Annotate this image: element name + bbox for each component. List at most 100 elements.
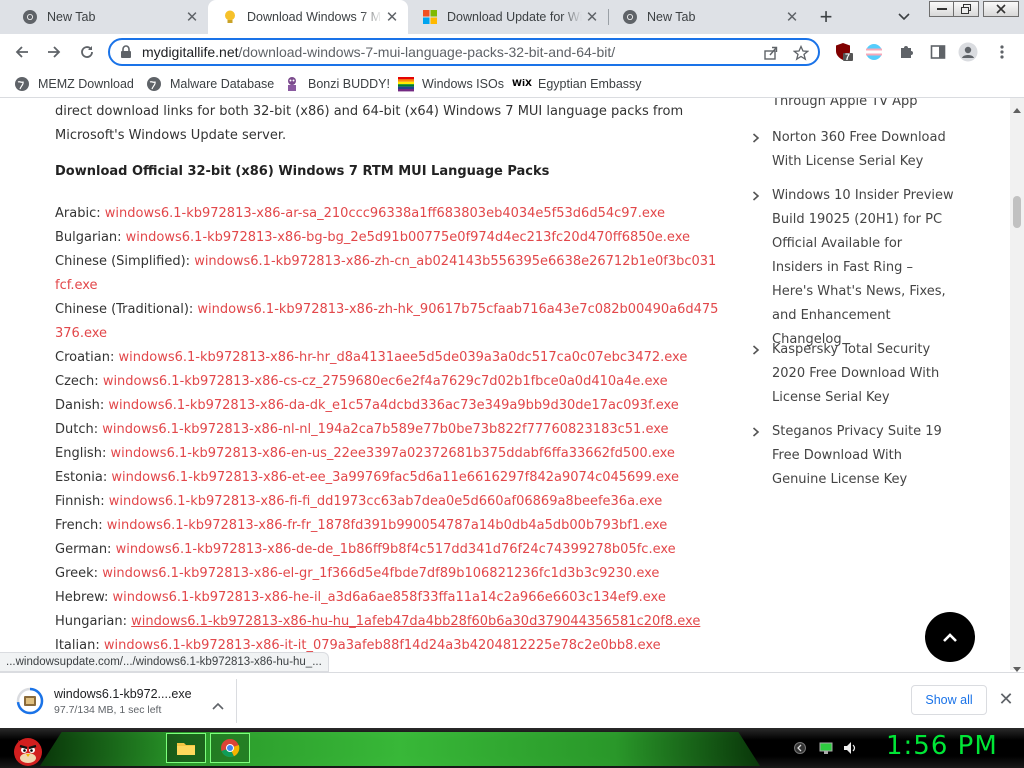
- download-link[interactable]: windows6.1-kb972813-x86-et-ee_3a99769fac…: [111, 470, 679, 485]
- download-row: Arabic: windows6.1-kb972813-x86-ar-sa_21…: [55, 202, 720, 226]
- vertical-scrollbar[interactable]: [1010, 98, 1024, 672]
- download-item[interactable]: windows6.1-kb972....exe 97.7/134 MB, 1 s…: [8, 679, 236, 723]
- tray-chevron-icon[interactable]: [792, 740, 808, 756]
- language-label: Arabic:: [55, 206, 101, 221]
- language-label: Danish:: [55, 398, 105, 413]
- download-row: Czech: windows6.1-kb972813-x86-cs-cz_275…: [55, 370, 720, 394]
- language-label: Italian:: [55, 638, 100, 653]
- download-link[interactable]: windows6.1-kb972813-x86-ar-sa_210ccc9633…: [105, 206, 665, 221]
- url-text: mydigitallife.net/download-windows-7-mui…: [142, 44, 615, 60]
- trans-flag-extension-icon[interactable]: [864, 42, 884, 62]
- bookmark-egyptian-embassy[interactable]: WiX Egyptian Embassy: [512, 75, 642, 93]
- download-link[interactable]: windows6.1-kb972813-x86-he-il_a3d6a6ae85…: [113, 590, 666, 605]
- download-status: 97.7/134 MB, 1 sec left: [54, 703, 162, 716]
- tab-download-windows-7[interactable]: Download Windows 7 MUI ✕: [208, 0, 408, 34]
- close-icon[interactable]: ✕: [582, 7, 602, 27]
- extensions-puzzle-icon[interactable]: [896, 42, 916, 62]
- back-button[interactable]: [8, 38, 36, 66]
- taskbar-chrome[interactable]: [210, 733, 250, 763]
- menu-kebab-icon[interactable]: [992, 42, 1012, 62]
- download-link[interactable]: windows6.1-kb972813-x86-nl-nl_194a2ca7b5…: [102, 422, 668, 437]
- close-window-button[interactable]: [983, 1, 1019, 17]
- globe-icon: [14, 76, 30, 92]
- minimize-button[interactable]: [929, 1, 955, 17]
- download-link[interactable]: windows6.1-kb972813-x86-hu-hu_1afeb47da4…: [131, 614, 700, 629]
- shelf-divider: [236, 679, 237, 723]
- language-label: Chinese (Traditional):: [55, 302, 194, 317]
- close-icon[interactable]: ✕: [782, 7, 802, 27]
- language-label: Czech:: [55, 374, 99, 389]
- ublock-extension-icon[interactable]: 7: [834, 42, 854, 62]
- chrome-icon: [22, 9, 38, 25]
- download-row: Estonia: windows6.1-kb972813-x86-et-ee_3…: [55, 466, 720, 490]
- download-link[interactable]: windows6.1-kb972813-x86-el-gr_1f366d5e4f…: [102, 566, 659, 581]
- close-icon[interactable]: ✕: [382, 7, 402, 27]
- chevron-up-icon[interactable]: [212, 697, 224, 715]
- profile-avatar-icon[interactable]: [958, 42, 978, 62]
- taskbar-file-explorer[interactable]: [166, 733, 206, 763]
- language-label: Estonia:: [55, 470, 108, 485]
- forward-button[interactable]: [40, 38, 68, 66]
- volume-icon[interactable]: [842, 740, 858, 756]
- download-link[interactable]: windows6.1-kb972813-x86-de-de_1b86ff9b8f…: [116, 542, 676, 557]
- lock-icon[interactable]: [120, 45, 132, 59]
- bookmarks-bar: MEMZ Download Malware Database Bonzi BUD…: [0, 70, 1024, 98]
- scrollbar-thumb[interactable]: [1013, 196, 1021, 228]
- bookmark-bonzi-buddy[interactable]: Bonzi BUDDY!: [284, 75, 390, 93]
- download-link[interactable]: windows6.1-kb972813-x86-fr-fr_1878fd391b…: [107, 518, 668, 533]
- reload-button[interactable]: [73, 38, 101, 66]
- download-link[interactable]: windows6.1-kb972813-x86-cs-cz_2759680ec6…: [103, 374, 668, 389]
- download-row: Croatian: windows6.1-kb972813-x86-hr-hr_…: [55, 346, 720, 370]
- bookmark-star-icon[interactable]: [792, 44, 810, 62]
- bookmark-memz-download[interactable]: MEMZ Download: [14, 75, 134, 93]
- language-label: Hebrew:: [55, 590, 109, 605]
- tab-strip: New Tab ✕ Download Windows 7 MUI ✕ Downl…: [0, 0, 1024, 34]
- windows-icon: [422, 9, 438, 25]
- taskbar-glow: [40, 732, 760, 766]
- download-link[interactable]: windows6.1-kb972813-x86-en-us_22ee3397a0…: [110, 446, 674, 461]
- side-panel-icon[interactable]: [928, 42, 948, 62]
- tab-title: New Tab: [47, 10, 96, 24]
- tab-new-tab-2[interactable]: New Tab ✕: [608, 0, 808, 34]
- tab-download-update[interactable]: Download Update for Wi ✕: [408, 0, 608, 34]
- bookmark-label: MEMZ Download: [38, 77, 134, 91]
- start-button-angry-bird-icon[interactable]: [6, 728, 46, 768]
- download-link[interactable]: windows6.1-kb972813-x86-fi-fi_dd1973cc63…: [109, 494, 662, 509]
- scroll-to-top-button[interactable]: [925, 612, 975, 662]
- download-link[interactable]: windows6.1-kb972813-x86-it-it_079a3afeb8…: [104, 638, 661, 653]
- address-bar[interactable]: mydigitallife.net/download-windows-7-mui…: [108, 38, 820, 66]
- chrome-icon: [622, 9, 638, 25]
- network-icon[interactable]: [818, 740, 834, 756]
- taskbar-clock[interactable]: 1:56 PM: [886, 731, 998, 761]
- bookmark-label: Malware Database: [170, 77, 275, 91]
- download-link[interactable]: windows6.1-kb972813-x86-bg-bg_2e5d91b007…: [126, 230, 690, 245]
- new-tab-button[interactable]: +: [812, 3, 840, 31]
- scroll-up-arrow-icon[interactable]: [1013, 100, 1021, 118]
- chevron-right-icon: [752, 126, 760, 151]
- bookmark-label: Egyptian Embassy: [538, 77, 642, 91]
- language-label: German:: [55, 542, 112, 557]
- download-link[interactable]: windows6.1-kb972813-x86-da-dk_e1c57a4dcb…: [108, 398, 678, 413]
- tab-new-tab-1[interactable]: New Tab ✕: [8, 0, 208, 34]
- bonzi-icon: [284, 76, 300, 92]
- download-progress-icon: [16, 687, 44, 715]
- download-row: Danish: windows6.1-kb972813-x86-da-dk_e1…: [55, 394, 720, 418]
- bookmark-windows-isos[interactable]: Windows ISOs: [398, 75, 504, 93]
- download-link[interactable]: windows6.1-kb972813-x86-hr-hr_d8a4131aee…: [119, 350, 688, 365]
- url-path: /download-windows-7-mui-language-packs-3…: [238, 44, 616, 60]
- share-icon[interactable]: [762, 44, 780, 62]
- restore-button[interactable]: [953, 1, 979, 17]
- close-shelf-icon[interactable]: ✕: [996, 689, 1016, 709]
- tab-title: Download Windows 7 MUI: [247, 10, 382, 24]
- url-domain: mydigitallife.net: [142, 44, 239, 60]
- download-row: Hebrew: windows6.1-kb972813-x86-he-il_a3…: [55, 586, 720, 610]
- download-row: English: windows6.1-kb972813-x86-en-us_2…: [55, 442, 720, 466]
- tab-search-chevron-icon[interactable]: [892, 5, 916, 29]
- windows-flag-icon: [398, 76, 414, 92]
- show-all-button[interactable]: Show all: [911, 685, 987, 715]
- language-label: French:: [55, 518, 103, 533]
- close-icon[interactable]: ✕: [182, 7, 202, 27]
- download-row: Dutch: windows6.1-kb972813-x86-nl-nl_194…: [55, 418, 720, 442]
- bookmark-malware-database[interactable]: Malware Database: [146, 75, 274, 93]
- extension-badge: 7: [845, 52, 851, 62]
